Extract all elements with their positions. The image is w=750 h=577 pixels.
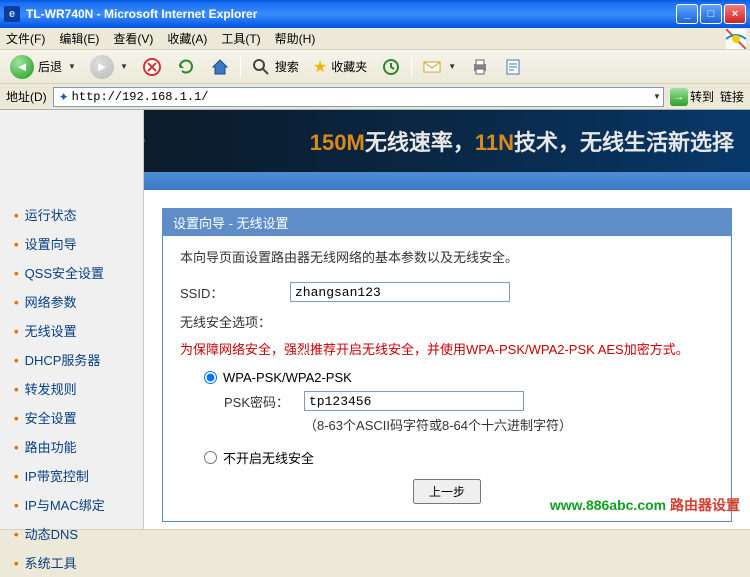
sidebar-item-3[interactable]: 网络参数 <box>14 287 143 316</box>
wizard-panel: 设置向导 - 无线设置 本向导页面设置路由器无线网络的基本参数以及无线安全。 S… <box>162 208 732 522</box>
ssid-input[interactable] <box>290 282 510 302</box>
ie-logo-icon <box>726 29 746 49</box>
search-label: 搜索 <box>275 58 299 75</box>
go-button[interactable]: → 转到 <box>670 88 714 106</box>
psk-hint: （8-63个ASCII码字符或8-64个十六进制字符） <box>304 415 714 434</box>
history-icon <box>381 57 401 77</box>
sidebar-item-1[interactable]: 设置向导 <box>14 229 143 258</box>
home-icon <box>210 57 230 77</box>
page-icon: ✦ <box>56 89 72 105</box>
security-warning: 为保障网络安全，强烈推荐开启无线安全，并使用WPA-PSK/WPA2-PSK A… <box>180 339 714 358</box>
close-button[interactable]: × <box>724 4 746 24</box>
security-label: 无线安全选项： <box>180 312 714 331</box>
addressbar: 地址(D) ✦ ▼ → 转到 链接 <box>0 84 750 110</box>
go-label: 转到 <box>690 88 714 105</box>
radio-none-label: 不开启无线安全 <box>223 448 314 467</box>
mail-dropdown-icon: ▼ <box>448 62 456 71</box>
sidebar-item-10[interactable]: IP与MAC绑定 <box>14 490 143 519</box>
mail-button[interactable]: ▼ <box>418 55 460 79</box>
sidebar-item-6[interactable]: 转发规则 <box>14 374 143 403</box>
sidebar-item-12[interactable]: 系统工具 <box>14 548 143 577</box>
minimize-button[interactable]: _ <box>676 4 698 24</box>
history-button[interactable] <box>377 55 405 79</box>
sidebar-item-7[interactable]: 安全设置 <box>14 403 143 432</box>
search-button[interactable]: 搜索 <box>247 55 303 79</box>
sidebar-item-4[interactable]: 无线设置 <box>14 316 143 345</box>
radio-wpa[interactable] <box>204 371 217 384</box>
watermark-url: www.886abc.com <box>550 497 666 513</box>
favorites-button[interactable]: ★ 收藏夹 <box>309 55 371 79</box>
refresh-button[interactable] <box>172 55 200 79</box>
prev-button[interactable]: 上一步 <box>413 479 481 504</box>
print-button[interactable] <box>466 55 494 79</box>
forward-button[interactable]: ► ▼ <box>86 53 132 81</box>
menu-view[interactable]: 查看(V) <box>113 30 153 47</box>
radio-none-row[interactable]: 不开启无线安全 <box>180 448 714 467</box>
star-icon: ★ <box>313 57 327 77</box>
menu-file[interactable]: 文件(F) <box>6 30 45 47</box>
back-label: 后退 <box>38 58 62 75</box>
panel-description: 本向导页面设置路由器无线网络的基本参数以及无线安全。 <box>180 247 714 266</box>
radio-wpa-label: WPA-PSK/WPA2-PSK <box>223 370 352 385</box>
sidebar-item-11[interactable]: 动态DNS <box>14 519 143 548</box>
menubar: 文件(F) 编辑(E) 查看(V) 收藏(A) 工具(T) 帮助(H) <box>0 28 750 50</box>
favorites-label: 收藏夹 <box>331 58 367 75</box>
mail-icon <box>422 57 442 77</box>
address-input[interactable] <box>72 90 651 104</box>
links-label[interactable]: 链接 <box>720 88 744 105</box>
panel-body: 本向导页面设置路由器无线网络的基本参数以及无线安全。 SSID： 无线安全选项：… <box>164 237 730 520</box>
back-icon: ◄ <box>10 55 34 79</box>
sidebar-item-0[interactable]: 运行状态 <box>14 200 143 229</box>
toolbar-separator-2 <box>411 56 412 78</box>
watermark: www.886abc.com 路由器设置 <box>550 495 740 515</box>
sidebar-item-5[interactable]: DHCP服务器 <box>14 345 143 374</box>
sidebar-item-2[interactable]: QSS安全设置 <box>14 258 143 287</box>
menu-help[interactable]: 帮助(H) <box>275 30 316 47</box>
panel-title: 设置向导 - 无线设置 <box>163 209 731 236</box>
sidebar-item-9[interactable]: IP带宽控制 <box>14 461 143 490</box>
sidebar: 运行状态设置向导QSS安全设置网络参数无线设置DHCP服务器转发规则安全设置路由… <box>0 110 144 529</box>
window-titlebar: e TL-WR740N - Microsoft Internet Explore… <box>0 0 750 28</box>
psk-input[interactable] <box>304 391 524 411</box>
ssid-row: SSID： <box>180 282 714 302</box>
home-button[interactable] <box>206 55 234 79</box>
main-panel: 设置向导 - 无线设置 本向导页面设置路由器无线网络的基本参数以及无线安全。 S… <box>144 190 750 529</box>
address-field-wrap[interactable]: ✦ ▼ <box>53 87 664 107</box>
sidebar-item-8[interactable]: 路由功能 <box>14 432 143 461</box>
psk-label: PSK密码： <box>224 392 304 411</box>
content-area: TP-LINK® 150M无线速率，11N技术，无线生活新选择 运行状态设置向导… <box>0 110 750 529</box>
print-icon <box>470 57 490 77</box>
forward-dropdown-icon: ▼ <box>120 62 128 71</box>
watermark-text: 路由器设置 <box>670 497 740 513</box>
address-dropdown-icon[interactable]: ▼ <box>653 92 661 101</box>
toolbar-separator <box>240 56 241 78</box>
forward-icon: ► <box>90 55 114 79</box>
banner-slogan: 150M无线速率，11N技术，无线生活新选择 <box>310 125 734 157</box>
toolbar: ◄ 后退 ▼ ► ▼ 搜索 ★ 收藏夹 ▼ <box>0 50 750 84</box>
radio-none[interactable] <box>204 451 217 464</box>
maximize-button[interactable]: □ <box>700 4 722 24</box>
address-label: 地址(D) <box>6 88 47 105</box>
ssid-label: SSID： <box>180 283 290 302</box>
psk-row: PSK密码： <box>224 391 714 411</box>
back-dropdown-icon: ▼ <box>68 62 76 71</box>
window-controls: _ □ × <box>676 4 746 24</box>
menu-favorites[interactable]: 收藏(A) <box>167 30 207 47</box>
go-icon: → <box>670 88 688 106</box>
window-title: TL-WR740N - Microsoft Internet Explorer <box>26 7 676 21</box>
edit-icon <box>504 57 524 77</box>
stop-icon <box>142 57 162 77</box>
edit-button[interactable] <box>500 55 528 79</box>
stop-button[interactable] <box>138 55 166 79</box>
radio-wpa-row[interactable]: WPA-PSK/WPA2-PSK <box>180 370 714 385</box>
search-icon <box>251 57 271 77</box>
refresh-icon <box>176 57 196 77</box>
back-button[interactable]: ◄ 后退 ▼ <box>6 53 80 81</box>
menu-edit[interactable]: 编辑(E) <box>59 30 99 47</box>
ie-icon: e <box>4 6 20 22</box>
menu-tools[interactable]: 工具(T) <box>221 30 260 47</box>
